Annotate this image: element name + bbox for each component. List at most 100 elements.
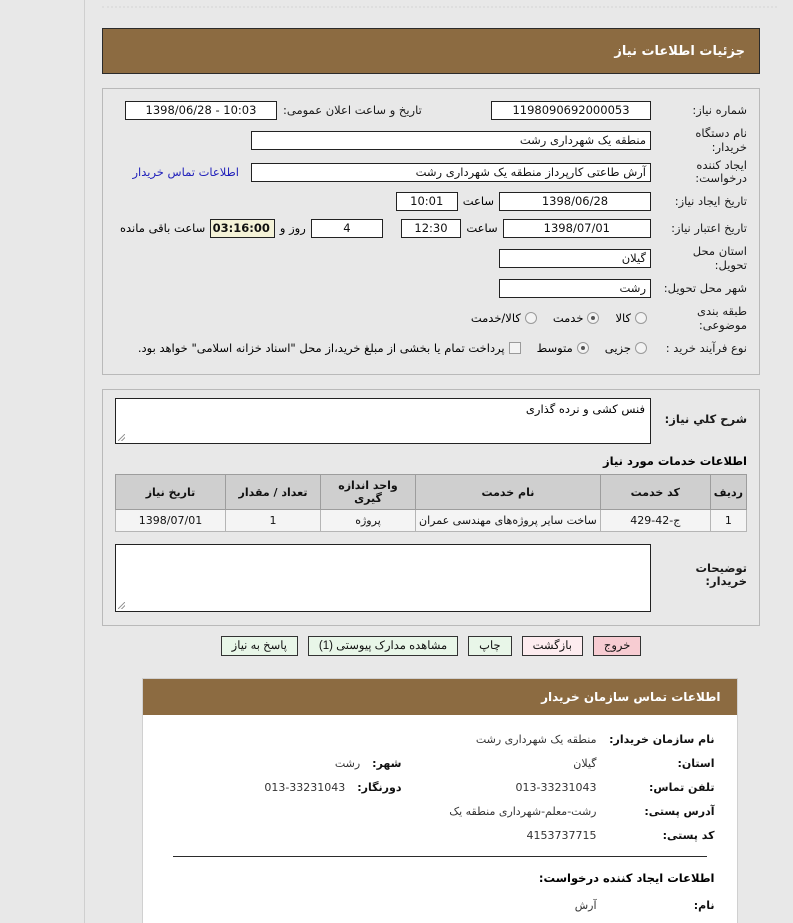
- need-number-value: 1198090692000053: [491, 100, 651, 120]
- requester-row-first-name: نام: آرش: [165, 899, 715, 912]
- radio-category-khedmat-label: خدمت: [552, 311, 584, 325]
- requester-section-title: اطلاعات ایجاد کننده درخواست:: [538, 871, 715, 885]
- contact-city-label: شهر:: [372, 757, 402, 770]
- expire-time-value: 12:30: [400, 218, 462, 238]
- province-value: گیلان: [499, 248, 651, 268]
- th-need-date: تاریخ نیاز: [115, 474, 226, 510]
- process-label: نوع فرآیند خرید :: [665, 341, 747, 355]
- contact-phone-label: تلفن تماس:: [649, 781, 715, 794]
- countdown-clock: 03:16:00: [210, 218, 275, 238]
- print-button[interactable]: چاپ: [468, 636, 512, 656]
- city-label: شهر محل تحویل:: [663, 281, 747, 295]
- create-time-value: 10:01: [395, 191, 458, 211]
- contact-card-title: اطلاعات تماس سازمان خریدار: [541, 690, 721, 704]
- radio-category-kala[interactable]: [635, 312, 647, 324]
- contact-org-label: نام سازمان خریدار:: [609, 733, 715, 746]
- services-table: ردیف کد خدمت نام خدمت واحد اندازه گیری ت…: [115, 474, 748, 532]
- page-header-bar: جزئیات اطلاعات نیاز: [102, 28, 760, 74]
- contact-card-header: اطلاعات تماس سازمان خریدار: [142, 679, 737, 715]
- province-label: استان محل تحویل:: [692, 244, 747, 272]
- buyer-org-label: نام دستگاه خریدار:: [695, 126, 747, 154]
- page-root: جزئیات اطلاعات نیاز شماره نیاز: 11980906…: [0, 0, 793, 923]
- row-buyer-org: نام دستگاه خریدار: منطقه یک شهرداری رشت: [115, 126, 747, 154]
- td-unit: پروژه: [320, 509, 416, 532]
- row-category: طبقه بندی موضوعی: کالا خدمت کالا/خدمت: [115, 304, 747, 332]
- contact-city-value: رشت: [334, 757, 361, 770]
- th-radif: ردیف: [709, 474, 748, 510]
- th-service-code: کد خدمت: [599, 474, 711, 510]
- radio-process-jozee-label: جزیی: [604, 341, 631, 355]
- expire-date-label: تاریخ اعتبار نیاز:: [671, 221, 747, 235]
- description-textarea[interactable]: فنس کشی و نرده گذاری: [115, 398, 651, 444]
- buyer-notes-textarea[interactable]: [115, 544, 651, 612]
- expire-date-value: 1398/07/01: [502, 218, 651, 238]
- expire-time-label: ساعت: [466, 221, 498, 235]
- countdown-days-label: روز و: [279, 221, 306, 235]
- row-creator: ایجاد کننده درخواست: آرش طاعتی کارپرداز …: [115, 159, 747, 185]
- td-radif: 1: [709, 509, 748, 532]
- th-unit: واحد اندازه گیری: [320, 474, 416, 510]
- contact-row-phone-fax: تلفن تماس: 013-33231043 دورنگار: 013-332…: [165, 781, 715, 794]
- th-quantity: تعداد / مقدار: [225, 474, 321, 510]
- page-title: جزئیات اطلاعات نیاز: [614, 43, 745, 59]
- requester-first-name-label: نام:: [693, 899, 715, 912]
- radio-category-khedmat[interactable]: [587, 312, 600, 324]
- row-description: شرح کلي نیاز: فنس کشی و نرده گذاری: [115, 398, 747, 444]
- exit-button[interactable]: خروج: [592, 636, 642, 656]
- buyer-org-value: منطقه یک شهرداری رشت: [251, 130, 651, 150]
- create-date-value: 1398/06/28: [499, 191, 651, 211]
- checkbox-treasury-docs-label: پرداخت تمام یا بخشی از مبلغ خرید،از محل …: [137, 341, 505, 355]
- contact-row-province-city: استان: گیلان شهر: رشت: [165, 757, 715, 770]
- row-province: استان محل تحویل: گیلان: [115, 244, 747, 272]
- contact-card-divider: [172, 856, 707, 857]
- services-section-title: اطلاعات خدمات مورد نیاز: [603, 454, 747, 468]
- back-button[interactable]: بازگشت: [521, 636, 583, 656]
- td-need-date: 1398/07/01: [115, 509, 226, 532]
- row-city: شهر محل تحویل: رشت: [115, 277, 747, 299]
- need-number-label: شماره نیاز:: [692, 103, 747, 117]
- th-service-name: نام خدمت: [415, 474, 601, 510]
- left-divider: [84, 0, 85, 923]
- contact-province-label: استان:: [677, 757, 715, 770]
- announce-value: 10:03 - 1398/06/28: [125, 100, 277, 120]
- radio-process-motevaset[interactable]: [576, 342, 589, 354]
- view-attachments-button[interactable]: مشاهده مدارک پیوستی (1): [307, 636, 459, 656]
- contact-postal-label: کد پستی:: [662, 829, 715, 842]
- radio-category-kala-khedmat-label: کالا/خدمت: [470, 311, 521, 325]
- td-quantity: 1: [225, 509, 321, 532]
- contact-fax-label: دورنگار:: [357, 781, 402, 794]
- category-label: طبقه بندی موضوعی:: [697, 304, 747, 332]
- radio-category-kala-label: کالا: [615, 311, 631, 325]
- contact-fax-value: 013-33231043: [264, 781, 346, 794]
- page-content: جزئیات اطلاعات نیاز شماره نیاز: 11980906…: [86, 0, 793, 923]
- radio-process-jozee[interactable]: [635, 342, 647, 354]
- radio-process-motevaset-label: متوسط: [536, 341, 573, 355]
- creator-label: ایجاد کننده درخواست:: [695, 158, 747, 185]
- checkbox-treasury-docs[interactable]: [508, 342, 521, 354]
- row-need-number: شماره نیاز: 1198090692000053 تاریخ و ساع…: [115, 99, 747, 121]
- contact-row-postal: کد پستی: 4153737715: [165, 829, 715, 842]
- contact-row-org: نام سازمان خریدار: منطقه یک شهرداری رشت: [165, 733, 715, 746]
- contact-address-value: رشت-معلم-شهرداری منطقه یک: [449, 805, 597, 818]
- table-header-row: ردیف کد خدمت نام خدمت واحد اندازه گیری ت…: [115, 474, 748, 510]
- row-process: نوع فرآیند خرید : جزیی متوسط پرداخت تمام…: [115, 337, 747, 359]
- buyer-contact-link[interactable]: اطلاعات تماس خریدار: [132, 165, 239, 179]
- radio-category-kala-khedmat[interactable]: [524, 312, 537, 324]
- buyer-contact-card: اطلاعات تماس سازمان خریدار نام سازمان خر…: [141, 678, 738, 923]
- contact-address-label: آدرس پستی:: [644, 805, 715, 818]
- dotted-rule: [102, 6, 777, 18]
- contact-org-value: منطقه یک شهرداری رشت: [475, 733, 597, 746]
- announce-label: تاریخ و ساعت اعلان عمومی:: [283, 103, 422, 117]
- create-time-label: ساعت: [462, 194, 494, 208]
- td-service-name: ساخت سایر پروژه‌های مهندسی عمران: [415, 509, 601, 532]
- contact-postal-value: 4153737715: [526, 829, 597, 842]
- contact-province-value: گیلان: [573, 757, 597, 770]
- row-expire-date: تاریخ اعتبار نیاز: 1398/07/01 ساعت 12:30…: [115, 217, 747, 239]
- requester-first-name-value: آرش: [574, 899, 597, 912]
- countdown-days: 4: [310, 218, 384, 238]
- contact-row-address: آدرس پستی: رشت-معلم-شهرداری منطقه یک: [165, 805, 715, 818]
- respond-to-need-button[interactable]: پاسخ به نیاز: [220, 636, 298, 656]
- row-create-date: تاریخ ایجاد نیاز: 1398/06/28 ساعت 10:01: [115, 190, 747, 212]
- action-button-bar: خروج بازگشت چاپ مشاهده مدارک پیوستی (1) …: [102, 636, 760, 656]
- row-buyer-notes: توضیحات خریدار:: [115, 544, 747, 612]
